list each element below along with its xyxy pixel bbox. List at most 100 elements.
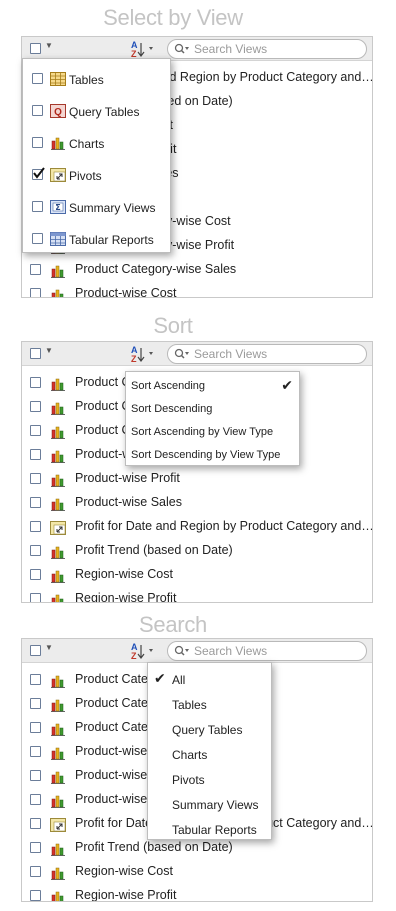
filter-menu-label: Summary Views (69, 201, 156, 215)
search-scope-item[interactable]: Summary Views (148, 794, 271, 816)
chart-icon (50, 447, 66, 463)
row-checkbox[interactable] (30, 449, 41, 460)
unchecked-checkbox[interactable] (32, 73, 43, 84)
filter-menu-item[interactable]: Pivots (23, 163, 170, 187)
sort-menu-item[interactable]: Sort Ascending by View Type (126, 423, 299, 443)
select-all-checkbox[interactable] (30, 43, 41, 54)
sort-button[interactable]: A Z (129, 344, 157, 364)
row-checkbox[interactable] (30, 569, 41, 580)
chart-icon (50, 375, 66, 391)
view-name: Product Category-wise Sales (75, 262, 237, 276)
unchecked-checkbox[interactable] (32, 105, 43, 116)
row-checkbox[interactable] (30, 842, 41, 853)
view-list-item[interactable]: Region-wise Cost (22, 562, 372, 586)
section-title-sort: Sort (153, 313, 193, 338)
filter-menu-label: Query Tables (69, 105, 140, 119)
row-checkbox[interactable] (30, 473, 41, 484)
sort-button[interactable]: A Z (129, 641, 157, 661)
row-checkbox[interactable] (30, 818, 41, 829)
view-list-item[interactable]: Profit Trend (based on Date) (22, 538, 372, 562)
summary-view-icon: Σ (50, 200, 66, 214)
pivot-icon (50, 816, 66, 832)
search-icon (174, 348, 189, 359)
row-checkbox[interactable] (30, 264, 41, 275)
row-checkbox[interactable] (30, 674, 41, 685)
view-name: Profit for Date and Region by Product Ca… (75, 519, 373, 533)
row-checkbox[interactable] (30, 722, 41, 733)
search-scope-item[interactable]: Tables (148, 694, 271, 716)
svg-text:Σ: Σ (55, 203, 60, 212)
view-type-filter-menu: Tables Q Query Tables Charts Pivots Σ Summary … (22, 58, 171, 253)
row-checkbox[interactable] (30, 698, 41, 709)
view-name: Product-wise Profit (75, 471, 180, 485)
checkmark-icon: ✔ (154, 670, 166, 686)
chevron-down-icon[interactable]: ▼ (45, 346, 53, 355)
unchecked-checkbox[interactable] (32, 201, 43, 212)
chart-icon (50, 792, 66, 808)
row-checkbox[interactable] (30, 497, 41, 508)
filter-menu-item[interactable]: Tabular Reports (23, 227, 170, 251)
view-list-item[interactable]: Profit for Date and Region by Product Ca… (22, 514, 372, 538)
row-checkbox[interactable] (30, 425, 41, 436)
row-checkbox[interactable] (30, 746, 41, 757)
search-scope-item[interactable]: Tabular Reports (148, 819, 271, 841)
search-views-input[interactable]: Search Views (167, 641, 367, 661)
filter-menu-item[interactable]: Q Query Tables (23, 99, 170, 123)
view-name: Region-wise Cost (75, 864, 173, 878)
filter-menu-label: Charts (69, 137, 105, 151)
chart-icon (50, 136, 66, 150)
view-list-item[interactable]: Product-wise Profit (22, 466, 372, 490)
row-checkbox[interactable] (30, 593, 41, 602)
sort-button[interactable]: A Z (129, 39, 157, 59)
view-name: Product-wise Cost (75, 286, 177, 298)
filter-menu-item[interactable]: Tables (23, 67, 170, 91)
checked-checkbox[interactable] (32, 167, 45, 180)
row-checkbox[interactable] (30, 545, 41, 556)
sort-az-icon: A Z (131, 642, 153, 661)
search-icon (174, 43, 189, 54)
chevron-down-icon[interactable]: ▼ (45, 41, 53, 50)
search-scope-item[interactable]: ✔ All (148, 669, 271, 691)
chart-icon (50, 840, 66, 856)
row-checkbox[interactable] (30, 794, 41, 805)
view-list-item[interactable]: Region-wise Profit (22, 586, 372, 602)
row-checkbox[interactable] (30, 866, 41, 877)
filter-menu-label: Pivots (69, 169, 102, 183)
search-views-input[interactable]: Search Views (167, 344, 367, 364)
select-all-checkbox[interactable] (30, 348, 41, 359)
view-list-item[interactable]: Region-wise Cost (22, 859, 372, 883)
sort-menu-item[interactable]: Sort Ascending ✔ (126, 377, 299, 397)
unchecked-checkbox[interactable] (32, 137, 43, 148)
chart-icon (50, 744, 66, 760)
view-list-item[interactable]: Region-wise Profit (22, 883, 372, 901)
search-scope-item[interactable]: Query Tables (148, 719, 271, 741)
view-list-item[interactable]: Product Category-wise Sales (22, 257, 372, 281)
chart-icon (50, 888, 66, 901)
search-views-input[interactable]: Search Views (167, 39, 367, 59)
unchecked-checkbox[interactable] (32, 233, 43, 244)
row-checkbox[interactable] (30, 770, 41, 781)
chevron-down-icon[interactable]: ▼ (45, 643, 53, 652)
row-checkbox[interactable] (30, 521, 41, 532)
sort-menu-label: Sort Ascending by View Type (131, 426, 274, 438)
search-scope-item[interactable]: Charts (148, 744, 271, 766)
sort-menu-item[interactable]: Sort Descending by View Type (126, 446, 299, 466)
filter-menu-item[interactable]: Σ Summary Views (23, 195, 170, 219)
view-list-item[interactable]: Product-wise Sales (22, 490, 372, 514)
chart-icon (50, 768, 66, 784)
filter-menu-label: Tabular Reports (69, 233, 154, 247)
search-scope-item[interactable]: Pivots (148, 769, 271, 791)
view-list-item[interactable]: Product-wise Cost (22, 281, 372, 298)
chart-icon (50, 262, 66, 278)
row-checkbox[interactable] (30, 288, 41, 297)
section-title-search: Search (139, 612, 207, 637)
pivot-icon (50, 168, 66, 182)
sort-menu-item[interactable]: Sort Descending (126, 400, 299, 420)
row-checkbox[interactable] (30, 890, 41, 901)
chart-icon (50, 591, 66, 602)
query-table-icon: Q (50, 104, 66, 118)
select-all-checkbox[interactable] (30, 645, 41, 656)
row-checkbox[interactable] (30, 401, 41, 412)
row-checkbox[interactable] (30, 377, 41, 388)
filter-menu-item[interactable]: Charts (23, 131, 170, 155)
